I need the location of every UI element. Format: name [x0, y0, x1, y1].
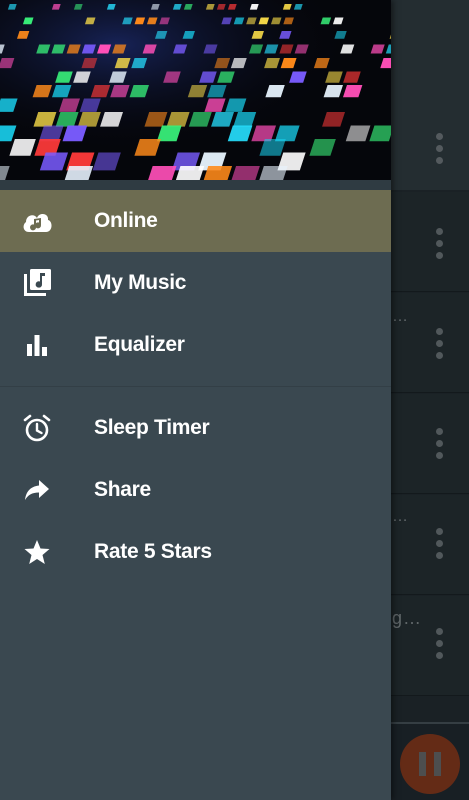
star-icon [21, 536, 53, 568]
cloud-music-icon [21, 205, 53, 237]
menu-item-equalizer[interactable]: Equalizer [0, 314, 391, 376]
menu-item-label: Share [94, 478, 151, 501]
primary-menu: Online My Music Equalizer [0, 190, 391, 376]
secondary-menu: Sleep Timer Share Rate 5 Stars [0, 397, 391, 583]
menu-divider [0, 386, 391, 387]
equalizer-icon [21, 329, 53, 361]
menu-item-label: Rate 5 Stars [94, 540, 212, 563]
menu-item-rate[interactable]: Rate 5 Stars [0, 521, 391, 583]
navigation-drawer: Online My Music Equalizer Sleep Timer Sh… [0, 0, 391, 800]
menu-item-sleep-timer[interactable]: Sleep Timer [0, 397, 391, 459]
music-library-icon [21, 267, 53, 299]
menu-item-online[interactable]: Online [0, 190, 391, 252]
menu-item-label: Online [94, 209, 158, 232]
menu-item-label: My Music [94, 271, 187, 294]
alarm-clock-icon [21, 412, 53, 444]
menu-item-label: Sleep Timer [94, 416, 210, 439]
drawer-header-image [0, 0, 391, 180]
header-strip [0, 180, 391, 190]
menu-item-label: Equalizer [94, 333, 185, 356]
menu-item-my-music[interactable]: My Music [0, 252, 391, 314]
share-arrow-icon [21, 474, 53, 506]
menu-item-share[interactable]: Share [0, 459, 391, 521]
